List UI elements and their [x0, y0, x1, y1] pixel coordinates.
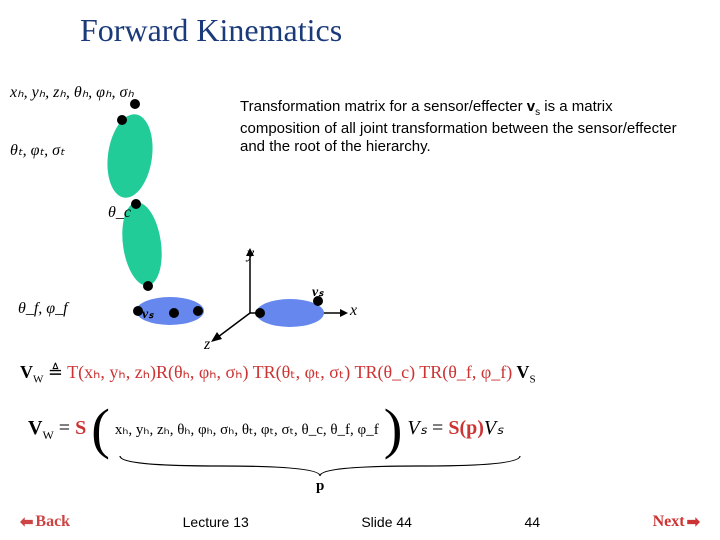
slide-label: Slide 44 [361, 514, 412, 530]
p-label: p [316, 478, 324, 495]
page-number: 44 [524, 514, 540, 530]
body-paragraph: Transformation matrix for a sensor/effec… [240, 98, 690, 157]
param-hip: xₕ, yₕ, zₕ, θₕ, φₕ, σₕ [10, 82, 134, 102]
arrow-right-icon: ➡ [687, 512, 700, 532]
param-calf: θ_c [108, 204, 131, 222]
axis-y: y [247, 245, 254, 263]
next-button[interactable]: Next ➡ [653, 512, 700, 532]
arrow-left-icon: ⬅ [20, 512, 33, 532]
back-label: Back [35, 513, 70, 531]
slide-title: Forward Kinematics [0, 0, 720, 49]
vs-label-2: vₛ [142, 306, 153, 323]
param-foot: θ_f, φ_f [18, 300, 68, 318]
underbrace [110, 448, 570, 508]
equation-line-1: VW ≜ T(xₕ, yₕ, zₕ)R(θₕ, φₕ, σₕ) TR(θₜ, φ… [20, 362, 536, 386]
equation-line-2: VW = S ( xₕ, yₕ, zₕ, θₕ, φₕ, σₕ, θₜ, φₜ,… [28, 415, 504, 443]
next-label: Next [653, 513, 685, 531]
param-thigh: θₜ, φₜ, σₜ [10, 140, 65, 160]
axis-z: z [204, 336, 210, 354]
coord-frame [160, 245, 380, 355]
back-button[interactable]: ⬅ Back [20, 512, 70, 532]
vs-label-1: vₛ [312, 284, 323, 301]
axis-x: x [350, 302, 357, 320]
lecture-label: Lecture 13 [183, 514, 249, 530]
footer: ⬅ Back Lecture 13 Slide 44 44 Next ➡ [0, 512, 720, 532]
